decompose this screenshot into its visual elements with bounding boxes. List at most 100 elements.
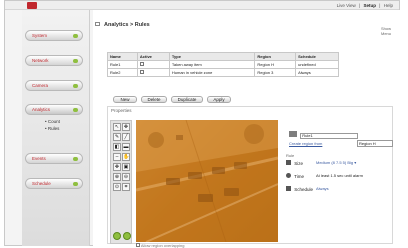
chevron-icon [73, 157, 78, 161]
col-schedule: Schedule [295, 52, 339, 61]
pan-tool-icon[interactable]: ✥ [113, 163, 121, 171]
chevron-icon [73, 34, 78, 38]
breadcrumb: Analytics > Rules [95, 22, 150, 28]
time-label: Time [294, 174, 305, 179]
pencil-tool-icon[interactable]: ✎ [113, 133, 121, 141]
sidebar-item-label: Events [32, 156, 46, 161]
clock-icon [286, 173, 291, 178]
sidebar-item-camera[interactable]: Camera [25, 80, 83, 91]
region-select[interactable]: Region H [357, 140, 393, 147]
play-icon[interactable] [113, 232, 121, 240]
apply-button[interactable]: Apply [207, 96, 231, 103]
line-tool-icon[interactable]: ╱ [122, 133, 130, 141]
sidebar-item-label: Analytics [32, 107, 51, 112]
eraser-tool-icon[interactable]: ◧ [113, 143, 121, 151]
rule-name: Rule1 [107, 60, 138, 69]
live-view-link[interactable]: Live View [337, 3, 356, 8]
sidebar-item-network[interactable]: Network [25, 55, 83, 66]
camera-scene-image [136, 120, 278, 242]
sidebar-item-analytics[interactable]: Analytics [25, 104, 83, 115]
col-region: Region [254, 52, 297, 61]
rule-type: Human in vehicle zone [168, 68, 256, 77]
duplicate-button[interactable]: Duplicate [171, 96, 203, 103]
active-checkbox[interactable] [139, 70, 144, 74]
fill-tool-icon[interactable]: ▣ [122, 163, 130, 171]
sidebar-item-label: Schedule [32, 181, 51, 186]
rule-region: Region H [254, 60, 297, 69]
delete-button[interactable]: Delete [141, 96, 167, 103]
chevron-icon [73, 108, 78, 112]
crop-tool-icon[interactable]: ⌗ [122, 183, 130, 191]
allow-overlap-label: Allow region overlapping [140, 243, 185, 248]
record-icon[interactable] [123, 232, 131, 240]
subnav-rules[interactable]: • Rules [45, 126, 59, 131]
chevron-icon [73, 84, 78, 88]
dash-tool-icon[interactable]: – [113, 153, 121, 161]
sidebar-item-events[interactable]: Events [25, 153, 83, 164]
select-tool-icon[interactable]: ↖ [113, 123, 121, 131]
allow-overlap-row[interactable]: Allow region overlapping [136, 243, 184, 248]
zoom-out-icon[interactable]: ⊖ [122, 173, 130, 181]
sidebar-item-system[interactable]: System [25, 30, 83, 41]
size-row: Size Medium (8 7.5 5) Big ▾ [286, 160, 356, 166]
sidebar-item-schedule[interactable]: Schedule [25, 178, 83, 189]
move-tool-icon[interactable]: ✥ [122, 123, 130, 131]
rule-name-row: Rule1 [289, 131, 359, 139]
rule-name-input[interactable]: Rule1 [300, 133, 359, 139]
active-checkbox[interactable] [139, 62, 144, 66]
rule-schedule: undefined [295, 60, 339, 69]
top-bar: Live View | Setup | Help [5, 1, 399, 10]
setup-link[interactable]: Setup [364, 3, 377, 8]
chevron-icon [73, 182, 78, 186]
collapse-icon[interactable] [95, 22, 100, 26]
rule-region: Region 3 [254, 68, 297, 77]
col-active: Active [136, 52, 170, 61]
col-type: Type [168, 52, 256, 61]
rule-section-title: Rule [286, 153, 295, 158]
help-link[interactable]: Help [384, 3, 393, 8]
properties-title: Properties [111, 108, 132, 113]
table-header-row: Name Active Type Region Schedule [107, 52, 339, 61]
rules-table: Name Active Type Region Schedule Rule1 T… [107, 52, 339, 77]
table-row[interactable]: Rule2 Human in vehicle zone Region 3 Alw… [107, 68, 339, 77]
zoom-fit-icon[interactable]: ⊙ [113, 183, 121, 191]
allow-overlap-checkbox[interactable] [136, 243, 140, 247]
rule-editor: Rule1 Create region from Region H Rule S… [281, 131, 408, 211]
chevron-icon [73, 59, 78, 63]
subnav-count[interactable]: • Count [45, 119, 60, 124]
schedule-value[interactable]: Always [316, 186, 329, 191]
active-cell [136, 68, 170, 77]
size-icon [286, 160, 291, 165]
rule-name: Rule2 [107, 68, 138, 77]
zoom-in-icon[interactable]: ⊕ [113, 173, 121, 181]
hand-tool-icon[interactable]: ✋ [122, 153, 130, 161]
size-label: Size [294, 161, 304, 166]
rule-type: Taken away item [168, 60, 256, 69]
col-name: Name [107, 52, 138, 61]
help-line-2: Menu [380, 31, 391, 36]
help-box[interactable]: Show Menu [381, 26, 391, 36]
rule-schedule: Always [295, 68, 339, 77]
sidebar-item-label: Network [32, 58, 49, 63]
sidebar-item-label: Camera [32, 83, 49, 88]
time-value[interactable]: At least 1.5 sec until alarm [316, 173, 363, 178]
top-links: Live View | Setup | Help [336, 3, 393, 8]
rectangle-tool-icon[interactable]: ▬ [122, 143, 130, 151]
new-button[interactable]: New [113, 96, 137, 103]
page-title: Analytics > Rules [104, 22, 150, 28]
schedule-label: Schedule [294, 187, 314, 192]
size-value[interactable]: Medium (8 7.5 5) Big ▾ [316, 160, 356, 165]
table-row[interactable]: Rule1 Taken away item Region H undefined [107, 60, 339, 69]
brand-logo [27, 2, 37, 9]
active-cell [136, 60, 170, 69]
sidebar-item-label: System [32, 33, 48, 38]
drawing-toolbar: ↖ ✥ ✎ ╱ ◧ ▬ – ✋ ✥ ▣ ⊕ ⊖ ⊙ ⌗ [110, 120, 132, 244]
app-window: Live View | Setup | Help System Network … [4, 0, 405, 248]
time-row: Time At least 1.5 sec until alarm [286, 173, 363, 179]
sidebar: System Network Camera Analytics • Count … [22, 10, 90, 246]
schedule-row: Schedule Always [286, 186, 329, 192]
camera-view[interactable] [136, 120, 278, 242]
rule-icon [289, 131, 297, 137]
calendar-icon [286, 186, 291, 191]
create-region-link[interactable]: Create region from [289, 141, 322, 146]
